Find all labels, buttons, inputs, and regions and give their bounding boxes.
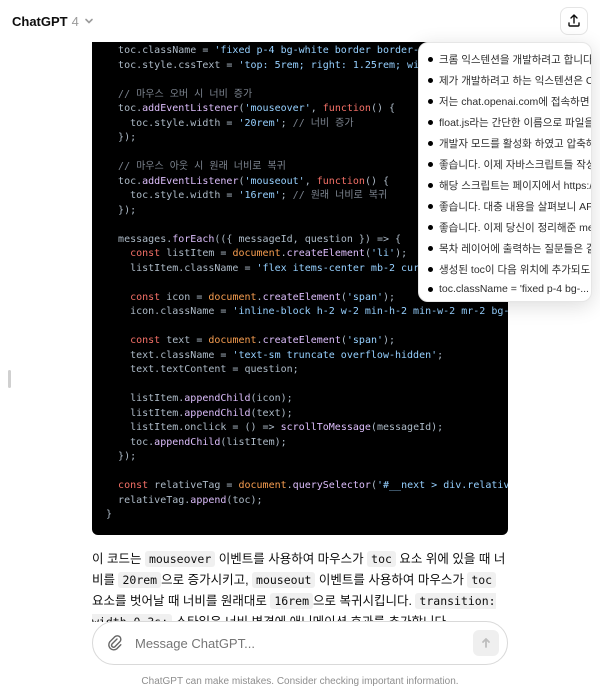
toc-item[interactable]: 좋습니다. 이제 자바스크립트들 작성해... — [419, 154, 591, 175]
toc-item[interactable]: 좋습니다. 이제 당신이 정리해준 me... — [419, 217, 591, 238]
attach-button[interactable] — [101, 630, 127, 656]
paperclip-icon — [105, 634, 123, 652]
toc-item[interactable]: float.js라는 간단한 이름으로 파일을... — [419, 112, 591, 133]
arrow-up-icon — [479, 636, 493, 650]
toc-item[interactable]: 저는 chat.openai.com에 접속하면 ... — [419, 91, 591, 112]
explanation-paragraph-1: 이 코드는 mouseover 이벤트를 사용하여 마우스가 toc 요소 위에… — [92, 549, 508, 623]
toc-item[interactable]: 해당 스크립트는 페이지에서 https:/... — [419, 175, 591, 196]
toc-item[interactable]: 좋습니다. 대충 내용을 살펴보니 API... — [419, 196, 591, 217]
toc-item[interactable]: 제가 개발하려고 하는 익스텐션은 C... — [419, 70, 591, 91]
send-button[interactable] — [473, 630, 499, 656]
disclaimer: ChatGPT can make mistakes. Consider chec… — [0, 676, 600, 687]
toc-popup: 크롬 익스텐션을 개발하려고 합니다. ... 제가 개발하려고 하는 익스텐션… — [418, 42, 592, 302]
left-scroll-indicator — [8, 370, 11, 388]
model-name: ChatGPT — [12, 14, 68, 29]
chevron-down-icon — [83, 15, 95, 27]
toc-item[interactable]: toc.className = 'fixed p-4 bg-... — [419, 280, 591, 298]
message-composer — [92, 621, 508, 665]
toc-item[interactable]: 개발자 모드를 활성화 하였고 압축해... — [419, 133, 591, 154]
share-button[interactable] — [560, 7, 588, 35]
toc-item[interactable]: const icon = document.createEl... — [419, 298, 591, 302]
message-input[interactable] — [127, 636, 473, 651]
toc-item[interactable]: 생성된 toc이 다음 위치에 추가되도... — [419, 259, 591, 280]
model-version: 4 — [72, 14, 79, 29]
toc-item[interactable]: 목차 레이어에 출력하는 질문들은 길... — [419, 238, 591, 259]
model-switcher[interactable]: ChatGPT 4 — [12, 14, 95, 29]
upload-icon — [567, 14, 581, 28]
toc-item[interactable]: 크롬 익스텐션을 개발하려고 합니다. ... — [419, 49, 591, 70]
